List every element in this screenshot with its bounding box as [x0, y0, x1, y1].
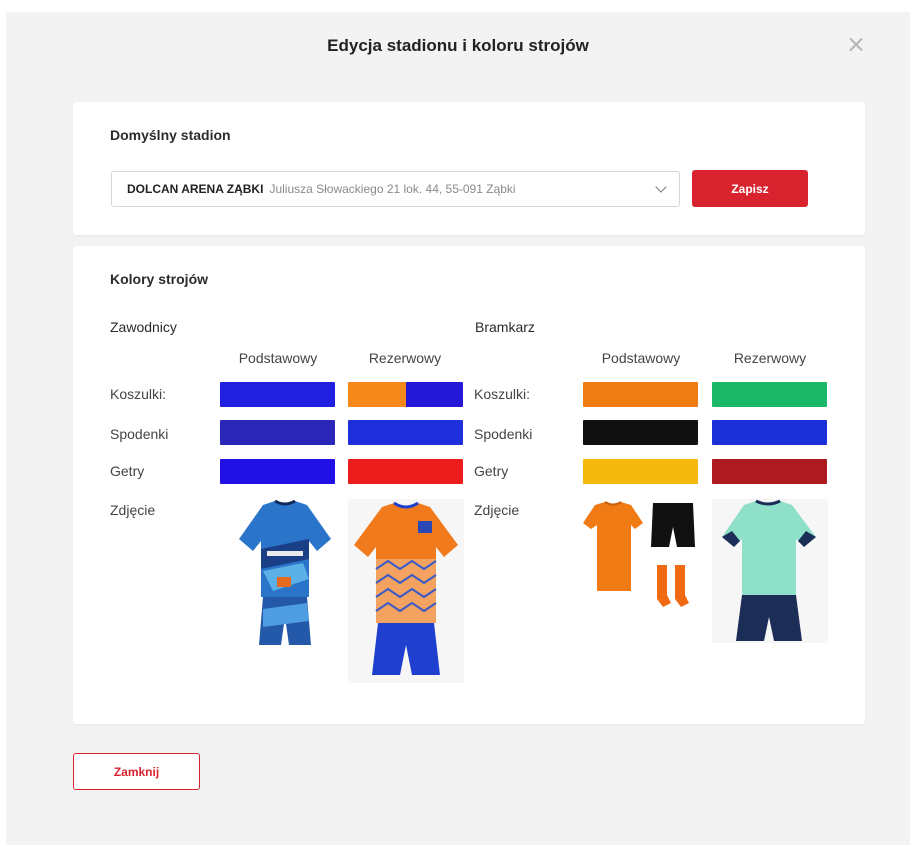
- players-group-title: Zawodnicy: [110, 319, 177, 335]
- goalkeeper-reserve-shorts-swatch[interactable]: [712, 420, 827, 445]
- goalkeeper-primary-shorts-swatch[interactable]: [583, 420, 698, 445]
- close-icon[interactable]: [846, 35, 866, 55]
- swatch-color-segment: [220, 382, 335, 407]
- swatch-color-segment: [348, 420, 463, 445]
- players-photo-label: Zdjęcie: [110, 502, 156, 518]
- players-primary-shorts-swatch[interactable]: [220, 420, 335, 445]
- goalkeeper-reserve-socks-swatch[interactable]: [712, 459, 827, 484]
- goalkeeper-reserve-header: Rezerwowy: [733, 350, 807, 366]
- goalkeeper-primary-kit-photo[interactable]: [583, 499, 699, 613]
- goalkeeper-shirts-label: Koszulki:: [474, 386, 531, 402]
- kit-colors-section-title: Kolory strojów: [110, 271, 209, 287]
- kit-image: [583, 499, 699, 613]
- kit-image: [233, 499, 337, 649]
- stadium-kit-modal: Edycja stadionu i koloru strojów Domyśln…: [6, 12, 910, 845]
- players-primary-kit-photo[interactable]: [233, 499, 337, 649]
- players-socks-label: Getry: [110, 463, 145, 479]
- players-primary-socks-swatch[interactable]: [220, 459, 335, 484]
- players-primary-shirts-swatch[interactable]: [220, 382, 335, 407]
- swatch-color-segment: [712, 420, 827, 445]
- goalkeeper-reserve-shirts-swatch[interactable]: [712, 382, 827, 407]
- swatch-color-segment: [712, 459, 827, 484]
- kit-image: [348, 499, 464, 683]
- stadium-select[interactable]: DOLCAN ARENA ZĄBKI Juliusza Słowackiego …: [111, 171, 680, 207]
- players-reserve-shirts-swatch[interactable]: [348, 382, 463, 407]
- chevron-down-icon: [655, 181, 667, 193]
- swatch-color-segment: [220, 420, 335, 445]
- goalkeeper-primary-socks-swatch[interactable]: [583, 459, 698, 484]
- goalkeeper-group-title: Bramkarz: [475, 319, 535, 335]
- goalkeeper-primary-shirts-swatch[interactable]: [583, 382, 698, 407]
- kit-colors-card: Kolory strojów Zawodnicy Podstawowy Reze…: [73, 246, 865, 724]
- swatch-color-segment: [712, 382, 827, 407]
- players-shorts-label: Spodenki: [110, 426, 169, 442]
- kit-image: [712, 499, 828, 643]
- players-reserve-shorts-swatch[interactable]: [348, 420, 463, 445]
- swatch-color-segment: [405, 382, 463, 407]
- swatch-color-segment: [220, 459, 335, 484]
- goalkeeper-primary-header: Podstawowy: [601, 350, 681, 366]
- swatch-color-segment: [583, 382, 698, 407]
- goalkeeper-reserve-kit-photo[interactable]: [712, 499, 828, 643]
- swatch-color-segment: [348, 382, 406, 407]
- swatch-color-segment: [583, 459, 698, 484]
- swatch-color-segment: [583, 420, 698, 445]
- goalkeeper-shorts-label: Spodenki: [474, 426, 533, 442]
- goalkeeper-photo-label: Zdjęcie: [474, 502, 520, 518]
- players-shirts-label: Koszulki:: [110, 386, 167, 402]
- close-button[interactable]: Zamknij: [73, 753, 200, 790]
- modal-title: Edycja stadionu i koloru strojów: [327, 36, 589, 55]
- goalkeeper-socks-label: Getry: [474, 463, 509, 479]
- players-reserve-kit-photo[interactable]: [348, 499, 464, 683]
- save-button[interactable]: Zapisz: [692, 170, 808, 207]
- players-reserve-socks-swatch[interactable]: [348, 459, 463, 484]
- players-primary-header: Podstawowy: [238, 350, 318, 366]
- stadium-name: DOLCAN ARENA ZĄBKI: [127, 182, 264, 196]
- stadium-card: Domyślny stadion DOLCAN ARENA ZĄBKI Juli…: [73, 102, 865, 235]
- swatch-color-segment: [348, 459, 463, 484]
- players-reserve-header: Rezerwowy: [368, 350, 442, 366]
- stadium-section-title: Domyślny stadion: [110, 127, 231, 143]
- stadium-address: Juliusza Słowackiego 21 lok. 44, 55-091 …: [269, 182, 516, 196]
